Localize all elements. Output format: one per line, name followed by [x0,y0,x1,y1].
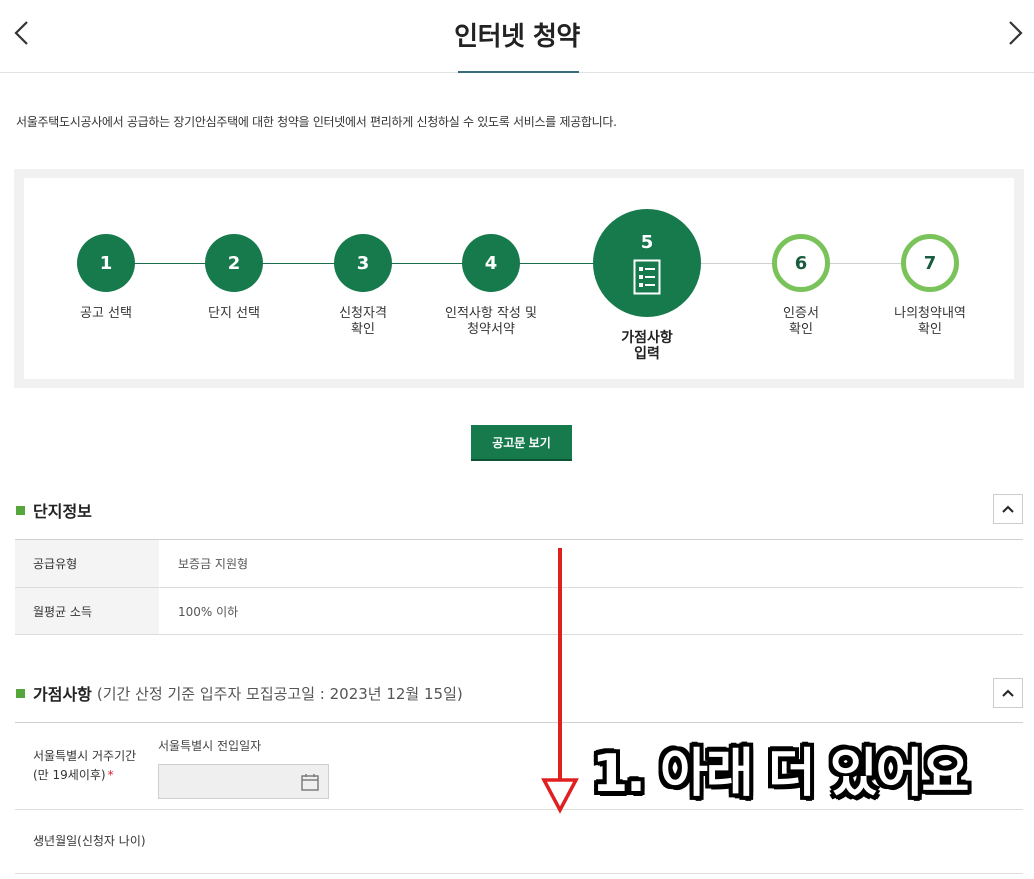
annotation-text: 1. 아래 더 있어요 [592,744,969,804]
title-underline [458,71,579,73]
chevron-right-icon [1009,21,1023,45]
points-heading: 가점사항 (기간 산정 기준 입주자 모집공고일 : 2023년 12월 15일… [16,681,463,705]
step-3-label: 신청자격 확인 [339,306,387,337]
birthdate-label: 생년월일(신청자 나이) [15,810,159,873]
step-5-label: 가점사항 입력 [621,330,673,362]
step-3-circle: 3 [334,234,392,292]
step-progress: 1 공고 선택 2 단지 선택 3 신청자격 확인 4 인적사항 작성 및 청약서약 5 가점사항… [14,169,1024,388]
step-number: 5 [640,231,654,253]
page-header: 인터넷 청약 [0,0,1034,73]
step-6-label: 인증서 확인 [783,306,819,337]
step-4-circle: 4 [462,234,520,292]
step-1-circle: 1 [77,234,135,292]
points-subtitle: (기간 산정 기준 입주자 모집공고일 : 2023년 12월 15일) [96,684,463,703]
page-title: 인터넷 청약 [454,22,580,52]
table-row: 공급유형 보증금 지원형 [15,540,1023,588]
residence-period-label: 서울특별시 거주기간 (만 19세이후) * [15,723,159,809]
calendar-icon[interactable] [300,772,320,792]
annotation-arrow [541,548,579,814]
table-row: 월평균 소득 100% 이하 [15,588,1023,635]
next-button[interactable] [1000,18,1030,48]
label-text: 서울특별시 거주기간 (만 19세이후) [33,749,137,782]
move-in-date-field[interactable] [158,764,329,799]
table-cell: 100% 이하 [178,604,239,619]
complex-info-table: 공급유형 보증금 지원형 월평균 소득 100% 이하 [15,539,1023,635]
section-bullet [16,505,25,515]
section-bullet [16,688,25,698]
step-progress-inner: 1 공고 선택 2 단지 선택 3 신청자격 확인 4 인적사항 작성 및 청약서약 5 가점사항… [24,178,1014,379]
move-in-date-caption: 서울특별시 전입일자 [158,739,262,753]
step-2-label: 단지 선택 [208,306,260,321]
complex-info-heading: 단지정보 [16,498,92,522]
complex-info-toggle[interactable] [993,494,1023,524]
chevron-up-icon [1002,689,1014,697]
table-header-cell: 월평균 소득 [15,588,159,634]
step-5-circle: 5 [593,209,701,317]
step-4-label: 인적사항 작성 및 청약서약 [445,306,537,337]
table-cell: 보증금 지원형 [178,557,249,571]
step-7-label: 나의청약내역 확인 [894,306,966,337]
table-row: 생년월일(신청자 나이) [15,810,1023,874]
checklist-icon [633,259,661,294]
step-6-circle: 6 [772,234,830,292]
points-toggle[interactable] [993,678,1023,708]
points-title: 가점사항 [33,685,92,704]
step-1-label: 공고 선택 [80,306,132,321]
step-7-circle: 7 [901,234,959,292]
view-notice-button[interactable]: 공고문 보기 [471,425,572,461]
step-2-circle: 2 [205,234,263,292]
complex-info-title: 단지정보 [33,502,92,521]
table-header-cell: 공급유형 [15,540,159,587]
chevron-up-icon [1002,505,1014,513]
required-mark: * [107,768,114,782]
intro-text: 서울주택도시공사에서 공급하는 장기안심주택에 대한 청약을 인터넷에서 편리하… [16,115,617,129]
